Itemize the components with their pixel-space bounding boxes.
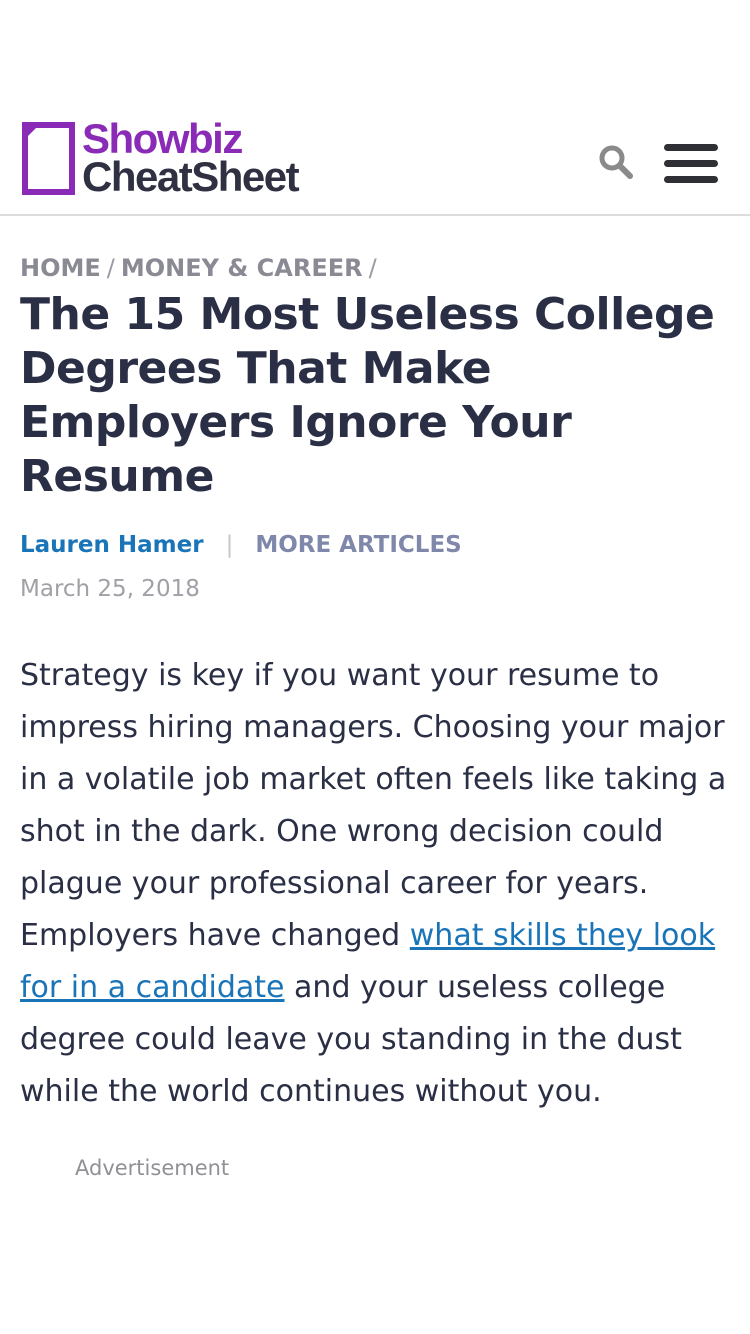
breadcrumb-separator: / — [368, 254, 377, 282]
search-icon[interactable] — [598, 144, 634, 180]
advertisement-label: Advertisement — [75, 1156, 230, 1180]
site-logo[interactable]: Showbiz CheatSheet — [22, 118, 322, 200]
article-title: The 15 Most Useless College Degrees That… — [20, 289, 715, 502]
more-articles-link[interactable]: MORE ARTICLES — [255, 532, 461, 558]
publish-date: March 25, 2018 — [20, 576, 200, 602]
breadcrumb: HOME / MONEY & CAREER / — [20, 254, 383, 282]
author-link[interactable]: Lauren Hamer — [20, 532, 204, 558]
site-header: Showbiz CheatSheet — [0, 108, 750, 216]
hamburger-menu-icon[interactable] — [664, 144, 718, 184]
breadcrumb-home-link[interactable]: HOME — [20, 254, 101, 282]
byline-separator: | — [225, 532, 234, 558]
article-body-paragraph: Strategy is key if you want your resume … — [20, 650, 732, 1118]
breadcrumb-category-link[interactable]: MONEY & CAREER — [121, 254, 363, 282]
body-text-intro: Strategy is key if you want your resume … — [20, 658, 727, 953]
article-byline: Lauren Hamer | MORE ARTICLES — [20, 532, 462, 558]
logo-text-cheatsheet: CheatSheet — [82, 153, 300, 200]
logo-mark-corner — [22, 122, 42, 142]
breadcrumb-separator: / — [106, 254, 115, 282]
